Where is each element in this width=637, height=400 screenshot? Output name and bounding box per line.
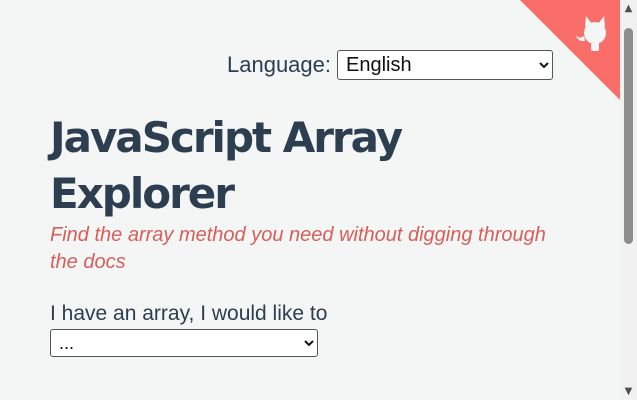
scrollbar-thumb[interactable] <box>624 28 633 244</box>
github-corner-link[interactable] <box>520 0 620 100</box>
scroll-down-arrow-icon[interactable]: ▼ <box>620 383 637 400</box>
scroll-up-arrow-icon[interactable]: ▲ <box>620 0 637 17</box>
page-subtitle: Find the array method you need without d… <box>50 224 546 273</box>
method-select[interactable]: ... <box>50 329 318 357</box>
vertical-scrollbar[interactable]: ▲ ▼ <box>620 0 637 400</box>
array-prompt: I have an array, I would like to <box>50 302 328 325</box>
page: Language: English JavaScript Array Explo… <box>0 0 637 400</box>
page-title: JavaScript Array Explorer <box>50 113 403 218</box>
language-label: Language: <box>227 52 331 77</box>
corner-triangle <box>520 0 620 100</box>
language-selector-row: Language: English <box>227 50 553 80</box>
github-corner-icon <box>520 0 620 100</box>
